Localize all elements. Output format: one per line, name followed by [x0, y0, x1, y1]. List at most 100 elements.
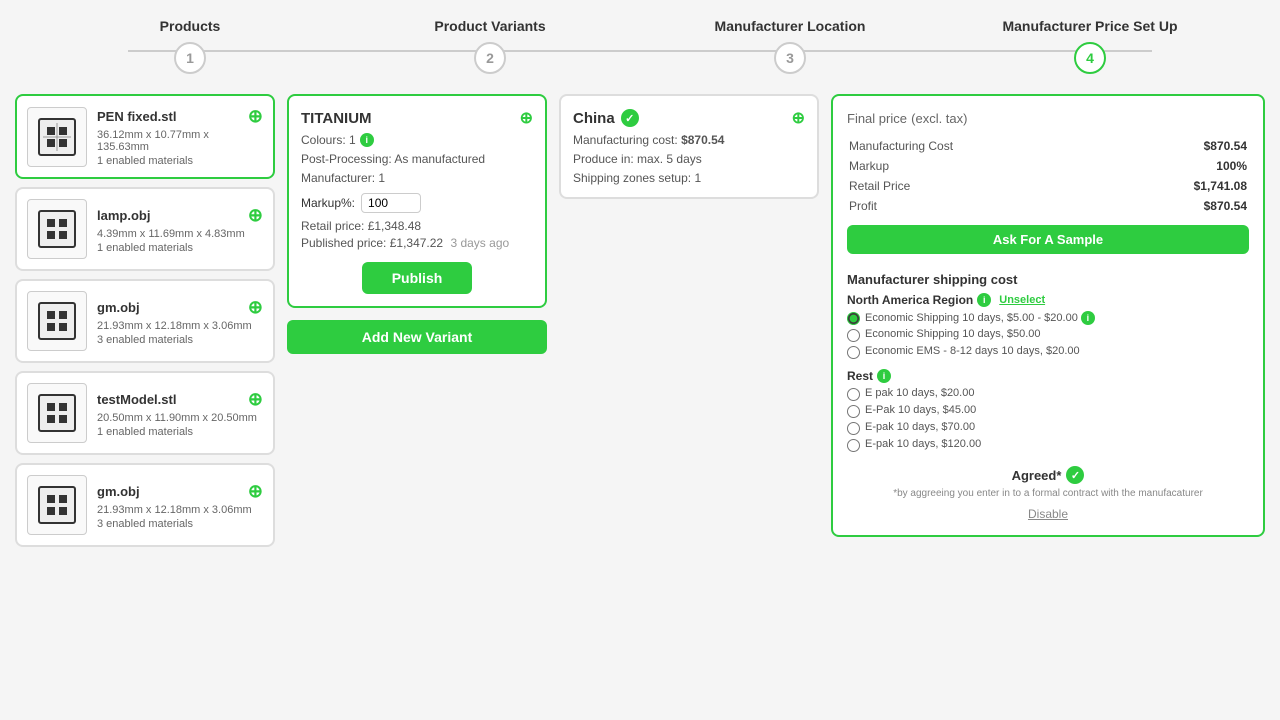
- rest-radio-0[interactable]: [847, 388, 860, 401]
- product-name-3: testModel.stl ⊕: [97, 389, 263, 410]
- product-nav-arrow-4[interactable]: ⊕: [248, 481, 263, 502]
- rest-info-icon[interactable]: i: [877, 369, 891, 383]
- price-row-profit: Profit $870.54: [849, 197, 1247, 215]
- product-info-3: testModel.stl ⊕ 20.50mm x 11.90mm x 20.5…: [97, 389, 263, 438]
- product-card-0[interactable]: PEN fixed.stl ⊕ 36.12mm x 10.77mm x 135.…: [15, 94, 275, 179]
- shipping-section: Manufacturer shipping cost North America…: [847, 272, 1249, 521]
- manufacturer-nav-arrow[interactable]: ⊕: [792, 108, 805, 128]
- product-info-4: gm.obj ⊕ 21.93mm x 12.18mm x 3.06mm 3 en…: [97, 481, 263, 530]
- agreed-check-icon: ✓: [1066, 466, 1084, 484]
- na-ship-0-info[interactable]: i: [1081, 311, 1095, 325]
- step-3-label: Manufacturer Location: [715, 18, 866, 34]
- rest-shipping-0[interactable]: E pak 10 days, $20.00: [847, 387, 1249, 401]
- product-name-1: lamp.obj ⊕: [97, 205, 263, 226]
- variant-nav-arrow[interactable]: ⊕: [520, 108, 533, 128]
- disable-link[interactable]: Disable: [847, 507, 1249, 521]
- product-materials-2: 3 enabled materials: [97, 334, 263, 346]
- rest-radio-1[interactable]: [847, 405, 860, 418]
- variants-column: TITANIUM ⊕ Colours: 1 i Post-Processing:…: [287, 94, 547, 354]
- product-dims-4: 21.93mm x 12.18mm x 3.06mm: [97, 504, 263, 516]
- rest-region-title: Rest i: [847, 369, 1249, 383]
- product-dims-3: 20.50mm x 11.90mm x 20.50mm: [97, 412, 263, 424]
- product-card-1[interactable]: lamp.obj ⊕ 4.39mm x 11.69mm x 4.83mm 1 e…: [15, 187, 275, 271]
- colours-info-icon[interactable]: i: [360, 133, 374, 147]
- publish-button[interactable]: Publish: [362, 262, 473, 294]
- price-row-cost: Manufacturing Cost $870.54: [849, 137, 1247, 155]
- manufacturer-card: China ✓ ⊕ Manufacturing cost: $870.54 Pr…: [559, 94, 819, 199]
- rest-shipping-2[interactable]: E-pak 10 days, $70.00: [847, 421, 1249, 435]
- product-nav-arrow-0[interactable]: ⊕: [248, 106, 263, 127]
- product-card-2[interactable]: gm.obj ⊕ 21.93mm x 12.18mm x 3.06mm 3 en…: [15, 279, 275, 363]
- stepper: Products 1 Product Variants 2 Manufactur…: [0, 0, 1280, 84]
- product-icon-1: [27, 199, 87, 259]
- na-radio-1[interactable]: [847, 329, 860, 342]
- main-columns: PEN fixed.stl ⊕ 36.12mm x 10.77mm x 135.…: [0, 84, 1280, 557]
- product-nav-arrow-3[interactable]: ⊕: [248, 389, 263, 410]
- product-card-3[interactable]: testModel.stl ⊕ 20.50mm x 11.90mm x 20.5…: [15, 371, 275, 455]
- add-variant-button[interactable]: Add New Variant: [287, 320, 547, 354]
- product-name-0: PEN fixed.stl ⊕: [97, 106, 263, 127]
- unselect-link[interactable]: Unselect: [999, 294, 1045, 306]
- north-america-region-title: North America Region i Unselect: [847, 293, 1249, 307]
- agreed-row: Agreed* ✓: [847, 466, 1249, 484]
- step-2-circle: 2: [474, 42, 506, 74]
- step-1-label: Products: [160, 18, 221, 34]
- step-4-circle: 4: [1074, 42, 1106, 74]
- manufacturer-title: China ✓ ⊕: [573, 108, 805, 128]
- variant-manufacturer-row: Manufacturer: 1: [301, 171, 533, 185]
- step-1-circle: 1: [174, 42, 206, 74]
- na-shipping-2[interactable]: Economic EMS - 8-12 days 10 days, $20.00: [847, 345, 1249, 359]
- variant-postprocessing-row: Post-Processing: As manufactured: [301, 152, 533, 166]
- variant-card: TITANIUM ⊕ Colours: 1 i Post-Processing:…: [287, 94, 547, 308]
- ask-sample-button[interactable]: Ask For A Sample: [847, 225, 1249, 254]
- na-radio-0[interactable]: [847, 312, 860, 325]
- price-setup-column: Final price (excl. tax) Manufacturing Co…: [831, 94, 1265, 537]
- rest-radio-2[interactable]: [847, 422, 860, 435]
- step-4[interactable]: Manufacturer Price Set Up 4: [940, 18, 1240, 74]
- price-row-markup: Markup 100%: [849, 157, 1247, 175]
- na-shipping-1[interactable]: Economic Shipping 10 days, $50.00: [847, 328, 1249, 342]
- variant-title: TITANIUM ⊕: [301, 108, 533, 128]
- rest-shipping-3[interactable]: E-pak 10 days, $120.00: [847, 438, 1249, 452]
- product-card-4[interactable]: gm.obj ⊕ 21.93mm x 12.18mm x 3.06mm 3 en…: [15, 463, 275, 547]
- variant-colours-row: Colours: 1 i: [301, 133, 533, 147]
- price-setup-card: Final price (excl. tax) Manufacturing Co…: [831, 94, 1265, 537]
- product-icon-3: [27, 383, 87, 443]
- product-info-1: lamp.obj ⊕ 4.39mm x 11.69mm x 4.83mm 1 e…: [97, 205, 263, 254]
- step-1[interactable]: Products 1: [40, 18, 340, 74]
- product-materials-0: 1 enabled materials: [97, 155, 263, 167]
- markup-label: Markup%:: [301, 196, 355, 210]
- product-info-0: PEN fixed.stl ⊕ 36.12mm x 10.77mm x 135.…: [97, 106, 263, 167]
- na-shipping-0[interactable]: Economic Shipping 10 days, $5.00 - $20.0…: [847, 311, 1249, 325]
- product-dims-2: 21.93mm x 12.18mm x 3.06mm: [97, 320, 263, 332]
- manufacturer-shipping-row: Shipping zones setup: 1: [573, 171, 805, 185]
- published-price-row: Published price: £1,347.22 3 days ago: [301, 236, 533, 250]
- manufacturer-cost-row: Manufacturing cost: $870.54: [573, 133, 805, 147]
- step-3-circle: 3: [774, 42, 806, 74]
- product-icon-0: [27, 107, 87, 167]
- product-name-4: gm.obj ⊕: [97, 481, 263, 502]
- product-icon-4: [27, 475, 87, 535]
- products-column: PEN fixed.stl ⊕ 36.12mm x 10.77mm x 135.…: [15, 94, 275, 547]
- markup-input[interactable]: [361, 193, 421, 213]
- na-radio-2[interactable]: [847, 346, 860, 359]
- rest-shipping-1[interactable]: E-Pak 10 days, $45.00: [847, 404, 1249, 418]
- step-2[interactable]: Product Variants 2: [340, 18, 640, 74]
- product-dims-1: 4.39mm x 11.69mm x 4.83mm: [97, 228, 263, 240]
- manufacturer-produce-row: Produce in: max. 5 days: [573, 152, 805, 166]
- agreed-note: *by aggreeing you enter in to a formal c…: [847, 488, 1249, 499]
- price-row-retail: Retail Price $1,741.08: [849, 177, 1247, 195]
- product-materials-3: 1 enabled materials: [97, 426, 263, 438]
- product-nav-arrow-1[interactable]: ⊕: [248, 205, 263, 226]
- step-2-label: Product Variants: [434, 18, 545, 34]
- step-3[interactable]: Manufacturer Location 3: [640, 18, 940, 74]
- step-4-label: Manufacturer Price Set Up: [1002, 18, 1177, 34]
- manufacturer-column: China ✓ ⊕ Manufacturing cost: $870.54 Pr…: [559, 94, 819, 199]
- na-region-info-icon[interactable]: i: [977, 293, 991, 307]
- rest-radio-3[interactable]: [847, 439, 860, 452]
- rest-section: Rest i E pak 10 days, $20.00 E-Pak 10 da…: [847, 369, 1249, 452]
- shipping-title: Manufacturer shipping cost: [847, 272, 1249, 287]
- retail-price-row: Retail price: £1,348.48: [301, 219, 533, 233]
- price-header: Final price (excl. tax): [847, 110, 1249, 127]
- product-nav-arrow-2[interactable]: ⊕: [248, 297, 263, 318]
